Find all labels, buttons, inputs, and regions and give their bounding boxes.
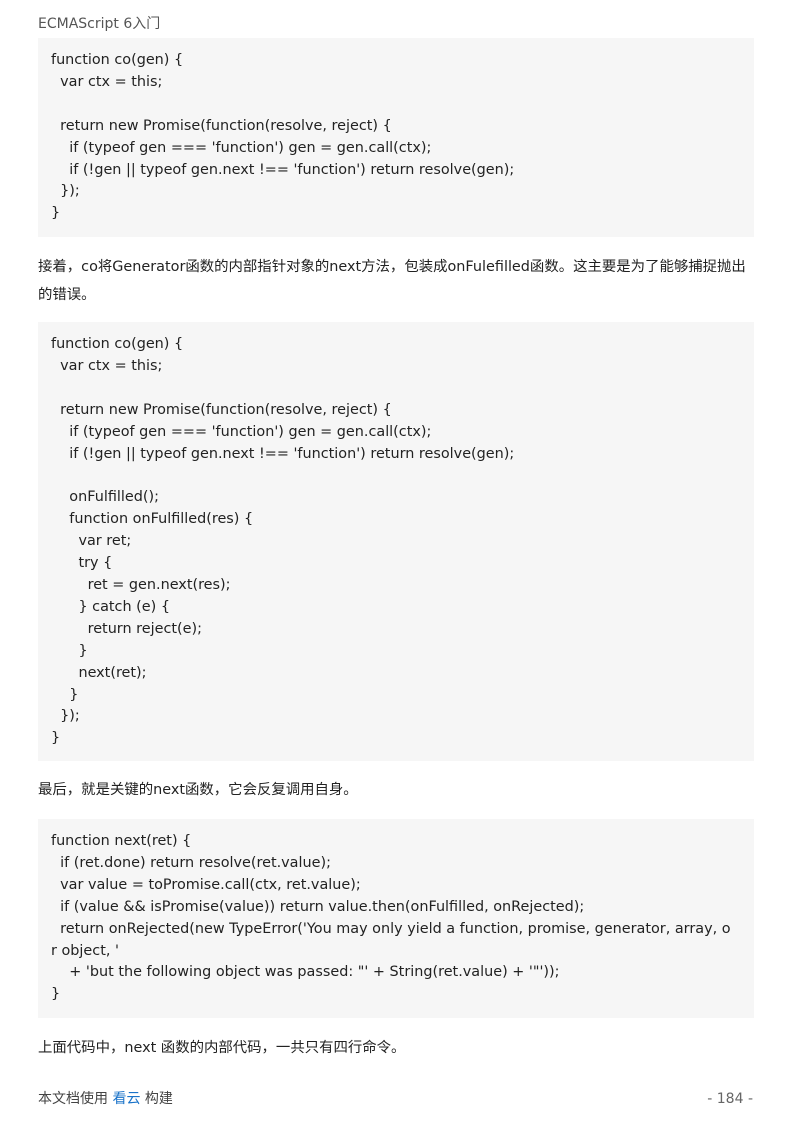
code-block-next-function: function next(ret) { if (ret.done) retur… xyxy=(38,819,754,1018)
page-number: - 184 - xyxy=(707,1091,753,1107)
footer-credit: 本文档使用 看云 构建 xyxy=(38,1089,173,1109)
document-header: ECMAScript 6入门 xyxy=(38,16,161,32)
paragraph-summary: 上面代码中，next 函数的内部代码，一共只有四行命令。 xyxy=(38,1040,406,1056)
code-block-co-onfulfilled: function co(gen) { var ctx = this; retur… xyxy=(38,322,754,761)
footer-suffix: 构建 xyxy=(144,1091,173,1107)
code-block-co-basic: function co(gen) { var ctx = this; retur… xyxy=(38,38,754,237)
footer-prefix: 本文档使用 xyxy=(38,1091,108,1107)
paragraph-next-intro: 最后，就是关键的next函数，它会反复调用自身。 xyxy=(38,782,358,798)
kancloud-link[interactable]: 看云 xyxy=(112,1091,140,1107)
paragraph-onfulfilled-intro: 接着，co将Generator函数的内部指针对象的next方法，包装成onFul… xyxy=(38,259,746,303)
